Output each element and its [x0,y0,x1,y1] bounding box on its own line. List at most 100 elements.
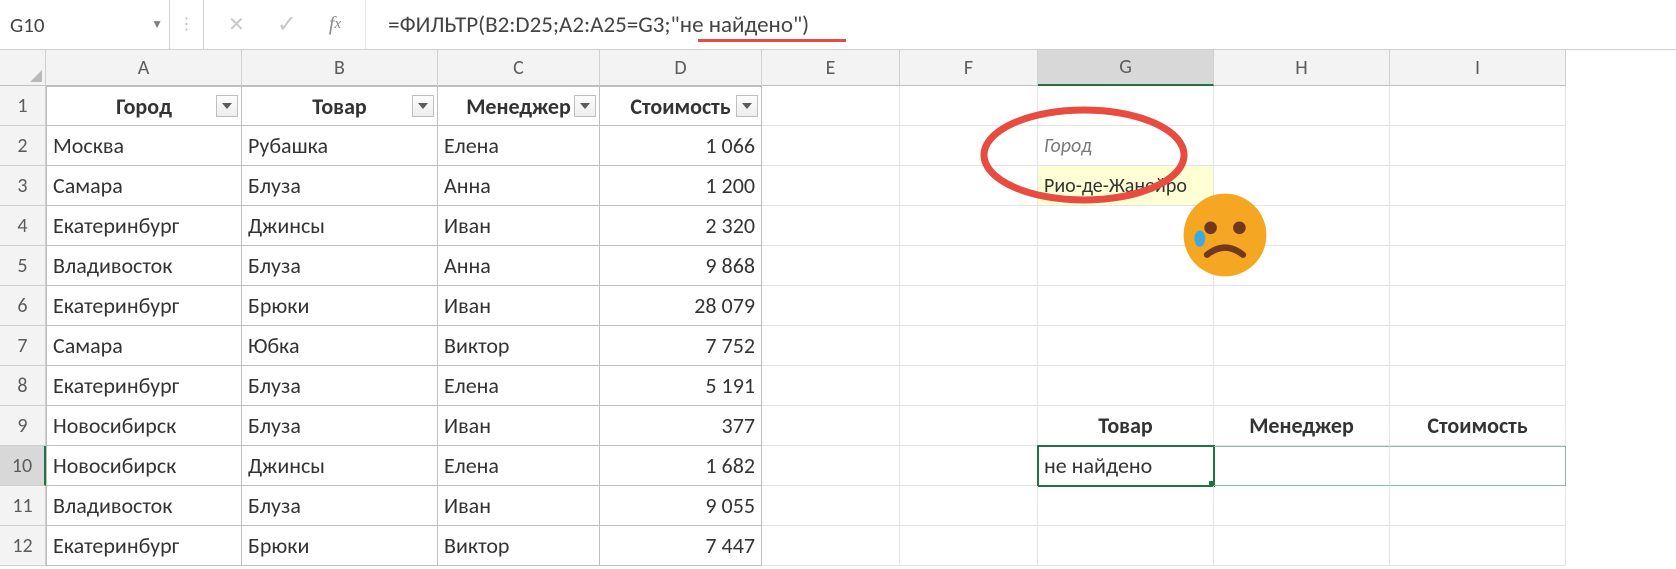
cell-G8[interactable] [1038,366,1214,406]
column-header-H[interactable]: H [1214,50,1390,86]
cell-G11[interactable] [1038,486,1214,526]
row-header-11[interactable]: 11 [0,486,46,526]
formula-input[interactable]: =ФИЛЬТР(B2:D25;A2:A25=G3;"не найдено") [366,0,1676,49]
filter-dropdown-icon[interactable] [736,95,758,117]
row-header-7[interactable]: 7 [0,326,46,366]
cell-G1[interactable] [1038,86,1214,126]
cell-I4[interactable] [1390,206,1566,246]
cell-G7[interactable] [1038,326,1214,366]
cell-I8[interactable] [1390,366,1566,406]
cell-E4[interactable] [762,206,900,246]
cell-B10[interactable]: Джинсы [242,446,438,486]
cell-C10[interactable]: Елена [438,446,600,486]
accept-icon[interactable]: ✓ [277,10,297,39]
cell-G2[interactable]: Город [1038,126,1214,166]
cell-G12[interactable] [1038,526,1214,566]
cell-C3[interactable]: Анна [438,166,600,206]
column-header-C[interactable]: C [438,50,600,86]
cell-C12[interactable]: Виктор [438,526,600,566]
cell-I5[interactable] [1390,246,1566,286]
cell-E3[interactable] [762,166,900,206]
cell-A2[interactable]: Москва [46,126,242,166]
cell-A7[interactable]: Самара [46,326,242,366]
cell-C2[interactable]: Елена [438,126,600,166]
cell-H6[interactable] [1214,286,1390,326]
cell-F4[interactable] [900,206,1038,246]
cell-C6[interactable]: Иван [438,286,600,326]
cell-A4[interactable]: Екатеринбург [46,206,242,246]
row-header-3[interactable]: 3 [0,166,46,206]
cell-B9[interactable]: Блуза [242,406,438,446]
cell-G9[interactable]: Товар [1038,406,1214,446]
cell-D7[interactable]: 7 752 [600,326,762,366]
cell-E10[interactable] [762,446,900,486]
cell-B2[interactable]: Рубашка [242,126,438,166]
cell-D9[interactable]: 377 [600,406,762,446]
row-header-8[interactable]: 8 [0,366,46,406]
cell-G4[interactable] [1038,206,1214,246]
cell-D5[interactable]: 9 868 [600,246,762,286]
cell-D12[interactable]: 7 447 [600,526,762,566]
cell-H3[interactable] [1214,166,1390,206]
name-box-dropdown-icon[interactable]: ▼ [151,17,167,32]
row-header-2[interactable]: 2 [0,126,46,166]
cell-D2[interactable]: 1 066 [600,126,762,166]
cell-E6[interactable] [762,286,900,326]
column-header-A[interactable]: A [46,50,242,86]
column-header-B[interactable]: B [242,50,438,86]
cell-H8[interactable] [1214,366,1390,406]
cell-F12[interactable] [900,526,1038,566]
row-header-5[interactable]: 5 [0,246,46,286]
cell-A1[interactable]: Город [46,86,242,126]
insert-function-icon[interactable]: fx [329,13,341,36]
row-header-10[interactable]: 10 [0,446,46,486]
cell-D8[interactable]: 5 191 [600,366,762,406]
cell-E11[interactable] [762,486,900,526]
cell-D3[interactable]: 1 200 [600,166,762,206]
cell-B11[interactable]: Блуза [242,486,438,526]
cell-F8[interactable] [900,366,1038,406]
cell-A12[interactable]: Екатеринбург [46,526,242,566]
cell-G5[interactable] [1038,246,1214,286]
column-header-F[interactable]: F [900,50,1038,86]
cell-E8[interactable] [762,366,900,406]
name-box[interactable]: G10 ▼ [0,0,170,49]
cell-H9[interactable]: Менеджер [1214,406,1390,446]
cell-C7[interactable]: Виктор [438,326,600,366]
cell-A10[interactable]: Новосибирск [46,446,242,486]
cell-E5[interactable] [762,246,900,286]
cell-A3[interactable]: Самара [46,166,242,206]
cell-C1[interactable]: Менеджер [438,86,600,126]
column-header-E[interactable]: E [762,50,900,86]
filter-dropdown-icon[interactable] [574,95,596,117]
cell-I1[interactable] [1390,86,1566,126]
cell-B7[interactable]: Юбка [242,326,438,366]
cell-E2[interactable] [762,126,900,166]
cell-C8[interactable]: Елена [438,366,600,406]
cell-A9[interactable]: Новосибирск [46,406,242,446]
cell-B6[interactable]: Брюки [242,286,438,326]
cell-D11[interactable]: 9 055 [600,486,762,526]
cell-H7[interactable] [1214,326,1390,366]
cell-F6[interactable] [900,286,1038,326]
cell-F10[interactable] [900,446,1038,486]
cell-H12[interactable] [1214,526,1390,566]
cell-D1[interactable]: Стоимость [600,86,762,126]
cell-F2[interactable] [900,126,1038,166]
row-header-6[interactable]: 6 [0,286,46,326]
cell-H10[interactable] [1214,446,1390,486]
cell-G10[interactable]: не найдено [1038,446,1214,486]
row-header-12[interactable]: 12 [0,526,46,566]
cell-E7[interactable] [762,326,900,366]
filter-dropdown-icon[interactable] [216,95,238,117]
cell-C9[interactable]: Иван [438,406,600,446]
cell-H2[interactable] [1214,126,1390,166]
cell-G3[interactable]: Рио-де-Жанейро [1038,166,1214,206]
row-header-9[interactable]: 9 [0,406,46,446]
column-header-D[interactable]: D [600,50,762,86]
cell-F11[interactable] [900,486,1038,526]
cell-B5[interactable]: Блуза [242,246,438,286]
cell-B4[interactable]: Джинсы [242,206,438,246]
cell-H1[interactable] [1214,86,1390,126]
cell-I2[interactable] [1390,126,1566,166]
